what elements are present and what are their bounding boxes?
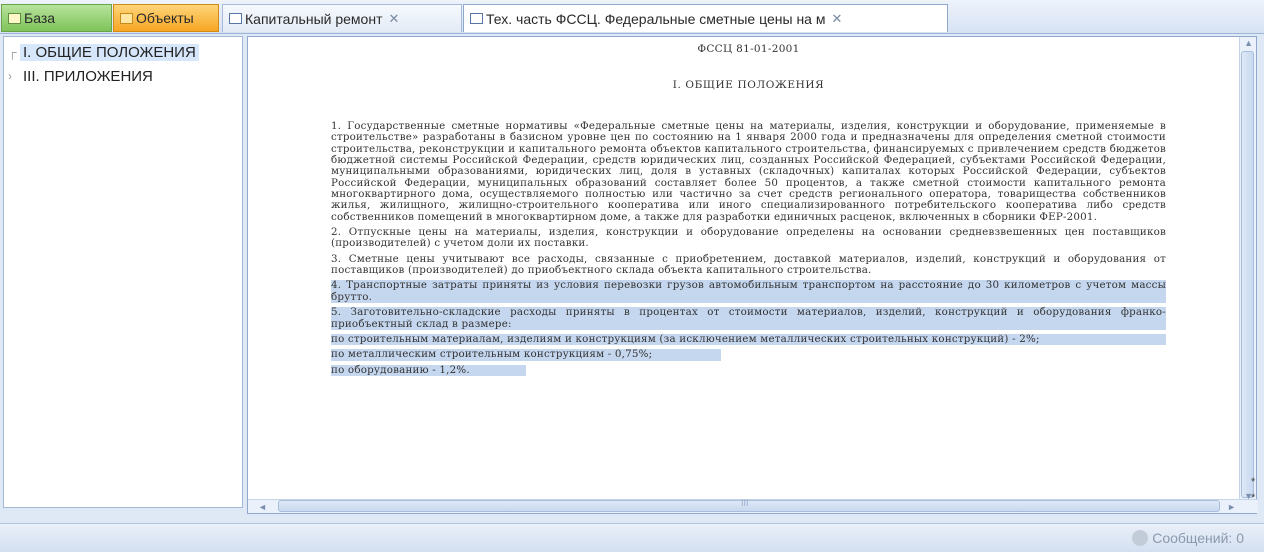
paragraph-highlighted: 4. Транспортные затраты приняты из услов… bbox=[331, 279, 1166, 304]
document-icon bbox=[229, 13, 242, 24]
page-icon bbox=[470, 13, 483, 24]
paragraph-highlighted: 5. Заготовительно-складские расходы прин… bbox=[331, 306, 1166, 330]
vertical-scroll-thumb[interactable] bbox=[1241, 51, 1254, 498]
document-page: ФССЦ 81-01-2001 I. ОБЩИЕ ПОЛОЖЕНИЯ 1. Го… bbox=[331, 43, 1166, 380]
tab-tech-part[interactable]: Тех. часть ФССЦ. Федеральные сметные цен… bbox=[463, 4, 948, 32]
paragraph: 1. Государственные сметные нормативы «Фе… bbox=[331, 120, 1166, 223]
tab-database[interactable]: База bbox=[1, 4, 112, 32]
paragraph: 3. Сметные цены учитывают все расходы, с… bbox=[331, 252, 1166, 277]
document-viewer: ФССЦ 81-01-2001 I. ОБЩИЕ ПОЛОЖЕНИЯ 1. Го… bbox=[247, 36, 1258, 514]
section-tree: ┌ I. ОБЩИЕ ПОЛОЖЕНИЯ › III. ПРИЛОЖЕНИЯ bbox=[3, 36, 243, 508]
paragraph-highlighted: по металлическим строительным конструкци… bbox=[331, 348, 721, 361]
tab-bar: База Объекты Капитальный ремонт ✕ Тех. ч… bbox=[0, 0, 1264, 34]
paragraph: 2. Отпускные цены на материалы, изделия,… bbox=[331, 226, 1166, 250]
pin-icon[interactable]: * bbox=[1251, 492, 1255, 504]
tree-line-icon: ┌ bbox=[8, 45, 17, 59]
tree-item-label: III. ПРИЛОЖЕНИЯ bbox=[23, 67, 153, 85]
status-bar: Сообщений: 0 bbox=[0, 523, 1264, 552]
tab-objects[interactable]: Объекты bbox=[113, 4, 219, 32]
horizontal-scroll-thumb[interactable]: III bbox=[278, 498, 1220, 512]
section-title: I. ОБЩИЕ ПОЛОЖЕНИЯ bbox=[672, 79, 825, 91]
scroll-left-arrow-icon[interactable]: ◄ bbox=[258, 502, 267, 512]
info-icon bbox=[1132, 530, 1149, 546]
folder-icon bbox=[120, 12, 133, 24]
tab-objects-label: Объекты bbox=[136, 10, 194, 26]
scroll-right-arrow-icon[interactable]: ► bbox=[1227, 502, 1236, 512]
document-header: ФССЦ 81-01-2001 bbox=[697, 43, 800, 55]
scroll-up-arrow-icon[interactable]: ▲ bbox=[1244, 38, 1253, 48]
messages-label: Сообщений: 0 bbox=[1152, 530, 1244, 546]
messages-indicator[interactable]: Сообщений: 0 bbox=[1132, 530, 1244, 546]
tab-tech-part-label: Тех. часть ФССЦ. Федеральные сметные цен… bbox=[486, 10, 826, 27]
paragraphs: 1. Государственные сметные нормативы «Фе… bbox=[331, 120, 1166, 376]
horizontal-scrollbar[interactable]: ◄ III ► bbox=[248, 498, 1258, 513]
tab-capital-repair-label: Капитальный ремонт bbox=[245, 10, 383, 27]
database-icon bbox=[8, 12, 21, 24]
tab-database-label: База bbox=[24, 10, 56, 26]
expand-arrow-icon[interactable]: › bbox=[8, 69, 20, 83]
tree-item-label: I. ОБЩИЕ ПОЛОЖЕНИЯ bbox=[20, 43, 199, 61]
paragraph-highlighted: по оборудованию - 1,2%. bbox=[331, 364, 526, 376]
close-icon[interactable]: ✕ bbox=[388, 11, 399, 27]
tree-item-appendices[interactable]: › III. ПРИЛОЖЕНИЯ bbox=[8, 65, 156, 87]
tree-item-general[interactable]: ┌ I. ОБЩИЕ ПОЛОЖЕНИЯ bbox=[8, 41, 199, 63]
grip-icon: III bbox=[741, 498, 749, 508]
vertical-scrollbar[interactable]: ▲ ▼ bbox=[1239, 37, 1256, 502]
close-icon[interactable]: ✕ bbox=[831, 11, 842, 27]
tab-capital-repair[interactable]: Капитальный ремонт ✕ bbox=[222, 4, 462, 32]
pin-icon[interactable]: * bbox=[1251, 476, 1255, 488]
paragraph-highlighted: по строительным материалам, изделиям и к… bbox=[331, 333, 1166, 346]
